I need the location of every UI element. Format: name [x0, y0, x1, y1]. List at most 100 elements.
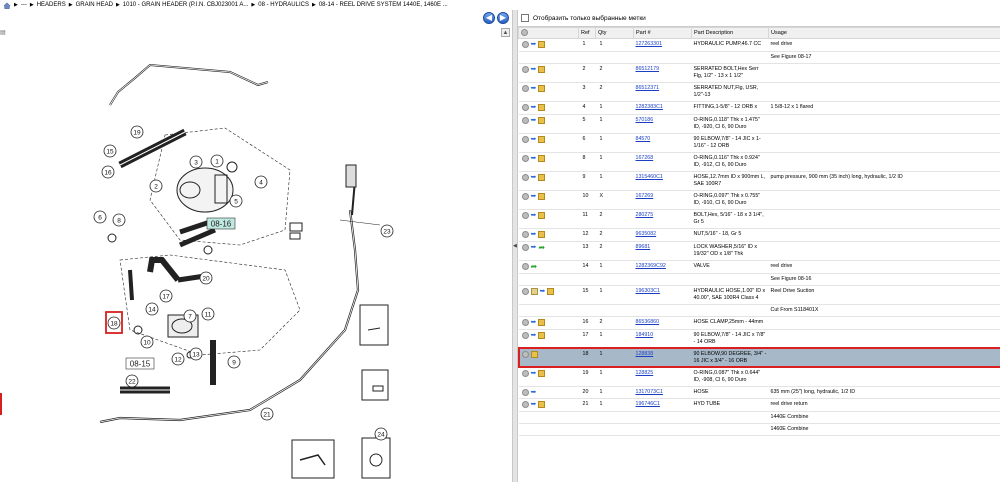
callout-3[interactable]: 3 [189, 155, 203, 169]
table-row[interactable]: ➥ 9 1 1315460C1 HOSE,12.7mm ID x 900mm L, SA… [518, 171, 1000, 191]
part-number-link[interactable]: 86512371 [636, 85, 660, 91]
link-arrow-icon[interactable]: ➥ [531, 136, 537, 143]
magnify-icon[interactable] [521, 401, 529, 409]
part-number-link[interactable]: 1282369C92 [636, 263, 666, 269]
table-row[interactable]: ➥ 5 1 570186 O-RING,0.118" Thk x 1.475" ID, … [518, 114, 1000, 134]
callout-1[interactable]: 1 [210, 154, 224, 168]
part-number-link[interactable]: 184910 [636, 332, 654, 338]
callout-21[interactable]: 21 [260, 407, 274, 421]
link-arrow-icon[interactable]: ➥ [531, 212, 537, 219]
part-number-link[interactable]: 86536860 [636, 319, 660, 325]
table-row[interactable]: ➥ 6 1 84570 90 ELBOW,7/8" - 14 JIC x 1-1/16"… [518, 133, 1000, 153]
part-number-link[interactable]: 86512179 [636, 66, 660, 72]
magnify-icon[interactable] [521, 388, 529, 396]
part-number-link[interactable]: 128838 [636, 351, 654, 357]
table-row[interactable]: ➥ 20 1 1317073C1 HOSE 635 mm (25") long, hydr… [518, 386, 1000, 400]
magnify-icon[interactable] [521, 192, 529, 200]
link-arrow-icon[interactable]: ➥ [531, 370, 537, 377]
callout-17[interactable]: 17 [159, 289, 173, 303]
part-number-link[interactable]: 128825 [636, 370, 654, 376]
table-row[interactable]: ➥ ➦ 13 2 89681 LOCK WASHER,5/16" ID x 19/32" … [518, 241, 1000, 261]
table-row[interactable]: See Figure 08-17 [518, 51, 1000, 64]
link-arrow-icon[interactable]: ➥ [531, 155, 537, 162]
breadcrumb-item-reel-drive[interactable]: 08-14 - REEL DRIVE SYSTEM 1440E, 1460E .… [319, 2, 448, 8]
magnify-icon[interactable] [521, 135, 529, 143]
table-row[interactable]: ➥ 4 1 1282383C1 FITTING,1-5/8" - 12 ORB x1 5… [518, 101, 1000, 115]
magnify-icon[interactable] [521, 211, 529, 219]
part-number-link[interactable]: 84570 [636, 136, 651, 142]
table-row[interactable]: ➥ 19 1 128825 O-RING,0.087" Thk x 0.644" ID,… [518, 367, 1000, 387]
column-options-icon[interactable] [521, 28, 528, 36]
callout-13[interactable]: 13 [189, 347, 203, 361]
magnify-icon[interactable] [521, 65, 529, 73]
link-arrow-icon[interactable]: ➥ [540, 288, 546, 295]
callout-4[interactable]: 4 [254, 175, 268, 189]
callout-24[interactable]: 24 [374, 427, 388, 441]
table-row[interactable]: 1460E Combine [518, 423, 1000, 437]
callout-23[interactable]: 23 [380, 224, 394, 238]
table-row[interactable]: ➥ 1 1 127263301 HYDRAULIC PUMP,46.7 CC reel d… [518, 38, 1000, 52]
header-usage[interactable]: Usage [768, 27, 1000, 39]
document-icon[interactable] [530, 287, 538, 295]
callout-16[interactable]: 16 [101, 165, 115, 179]
part-box-icon[interactable] [538, 318, 546, 326]
table-row[interactable]: ➥ 21 1 196746C1 HYD TUBE reel drive return [518, 398, 1000, 413]
link-arrow-icon[interactable]: ➥ [531, 231, 537, 238]
magnify-icon[interactable] [521, 318, 529, 326]
table-row[interactable]: ➥ 11 2 280275 BOLT,Hex, 5/16" - 18 x 3 1/4",… [518, 209, 1000, 229]
header-qty[interactable]: Qty [595, 27, 634, 39]
magnify-icon[interactable] [521, 369, 529, 377]
link-arrow-icon[interactable]: ➥ [531, 104, 537, 111]
table-row[interactable]: ➦ 14 1 1282369C92 VALVE reel drive [518, 260, 1000, 274]
part-number-link[interactable]: 9635082 [636, 231, 657, 237]
callout-11[interactable]: 11 [201, 307, 215, 321]
link-arrow-icon[interactable]: ➥ [531, 389, 537, 396]
home-icon[interactable] [3, 1, 11, 9]
callout-2[interactable]: 2 [149, 179, 163, 193]
table-row[interactable]: ➥ 8 1 167268 O-RING,0.116" Thk x 0.924" ID, … [518, 152, 1000, 172]
breadcrumb-item-root[interactable]: --- [21, 2, 27, 8]
part-number-link[interactable]: 196303C1 [636, 288, 660, 294]
callout-22[interactable]: 22 [125, 374, 139, 388]
table-row[interactable]: ➥ 2 2 86512179 SERRATED BOLT,Hex Serr Flg, 1… [518, 63, 1000, 83]
magnify-icon[interactable] [521, 41, 529, 48]
breadcrumb-item-headers[interactable]: HEADERS [37, 2, 66, 8]
magnify-icon[interactable] [521, 173, 529, 181]
link-arrow-icon[interactable]: ➥ [531, 85, 537, 92]
callout-9[interactable]: 9 [227, 355, 241, 369]
magnify-icon[interactable] [521, 154, 529, 162]
part-number-link[interactable]: 167268 [636, 155, 654, 161]
part-box-icon[interactable] [538, 401, 546, 409]
figure-ref-08-16[interactable]: 08-16 [211, 220, 232, 229]
table-row[interactable]: See Figure 08-16 [518, 273, 1000, 286]
figure-ref-08-15[interactable]: 08-15 [130, 360, 151, 369]
splitter-grip-icon[interactable]: ◀ [513, 243, 517, 249]
part-box-icon[interactable] [538, 103, 546, 111]
magnify-icon[interactable] [521, 262, 529, 270]
part-number-link[interactable]: 89681 [636, 244, 651, 250]
callout-10[interactable]: 10 [140, 335, 154, 349]
breadcrumb-item-grain-head[interactable]: GRAIN HEAD [76, 2, 113, 8]
link-arrow-icon[interactable]: ➥ [531, 41, 537, 48]
link-arrow-icon[interactable]: ➥ [531, 174, 537, 181]
link-arrow-icon[interactable]: ➥ [531, 332, 537, 339]
header-description[interactable]: Part Description [691, 27, 769, 39]
header-part[interactable]: Part # [633, 27, 692, 39]
part-box-icon[interactable] [538, 230, 546, 238]
part-number-link[interactable]: 1282383C1 [636, 104, 663, 110]
part-box-icon[interactable] [538, 331, 546, 339]
part-box-icon[interactable] [547, 287, 555, 295]
replacement-arrow-icon[interactable]: ➦ [538, 243, 545, 251]
callout-15[interactable]: 15 [103, 144, 117, 158]
part-number-link[interactable]: 167269 [636, 193, 654, 199]
part-box-icon[interactable] [530, 350, 538, 358]
part-box-icon[interactable] [538, 173, 546, 181]
part-number-link[interactable]: 570186 [636, 117, 654, 123]
callout-20[interactable]: 20 [199, 271, 213, 285]
part-box-icon[interactable] [538, 65, 546, 73]
header-ref[interactable]: Ref [578, 27, 596, 39]
link-arrow-icon[interactable]: ➥ [531, 319, 537, 326]
part-box-icon[interactable] [538, 211, 546, 219]
part-box-icon[interactable] [538, 116, 546, 124]
part-number-link[interactable]: 1317073C1 [636, 389, 663, 395]
